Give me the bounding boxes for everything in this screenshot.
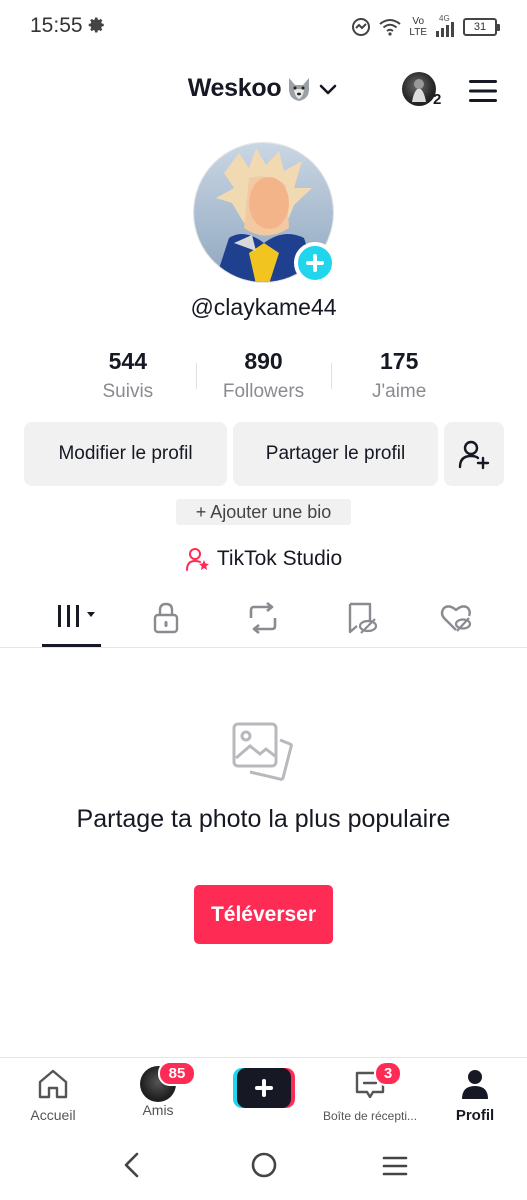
upload-button[interactable]: Téléverser [194,885,333,944]
profile-handle: @claykame44 [190,294,337,320]
chevron-down-icon [319,84,337,94]
profile-icon [462,1070,488,1099]
stat-label: Followers [222,381,305,402]
cell-signal-icon: 4G [435,14,455,38]
volte-indicator: Vo LTE [409,16,427,38]
add-bio-button[interactable]: + Ajouter une bio [176,499,351,525]
settings-gear-icon [88,17,104,33]
stat-value: 890 [244,348,283,374]
photos-icon [232,722,293,781]
studio-label: TikTok Studio [216,547,343,570]
back-icon[interactable] [118,1150,146,1180]
vpn-icon [352,18,371,36]
nav-label: Accueil [30,1107,76,1123]
add-avatar-button[interactable] [294,242,336,284]
profile-stats: 544 Suivis 890 Followers 175 J'aime [60,345,467,409]
friends-badge: 85 [158,1061,196,1086]
nav-label: Profil [455,1107,495,1124]
inbox-badge: 3 [374,1061,402,1086]
nav-inbox[interactable]: Boîte de récepti... [314,1068,426,1123]
battery-indicator: 31 [463,18,500,36]
plus-icon [306,254,324,272]
nav-label: Boîte de récepti... [322,1109,418,1123]
status-icons: Vo LTE 4G 31 [351,12,500,42]
bottom-navigation: Accueil Amis 85 Boîte de récepti... 3 Pr… [0,1057,527,1127]
stat-following[interactable]: 544 Suivis [60,345,196,409]
account-switcher[interactable]: Weskoo [0,74,527,103]
repost-tab-icon[interactable] [245,600,281,636]
stat-label: Suivis [102,381,154,402]
share-profile-button[interactable]: Partager le profil [233,422,438,486]
status-bar: 15:55 Vo LTE 4G 31 [0,0,527,56]
wifi-icon [379,19,402,36]
wolf-emoji-icon [289,77,310,101]
tiktok-studio-link[interactable]: TikTok Studio [0,546,527,572]
home-circle-icon[interactable] [249,1150,279,1180]
hamburger-menu-icon[interactable] [468,78,498,104]
status-time: 15:55 [30,14,83,37]
add-user-icon [458,440,490,470]
nav-profile[interactable]: Profil [446,1066,504,1124]
username: Weskoo [187,74,282,102]
active-tab-indicator [42,644,101,647]
empty-state-title: Partage ta photo la plus populaire [76,805,451,833]
following-avatar-count: 2 [433,91,442,108]
lock-tab-icon[interactable] [148,600,184,636]
following-avatar[interactable] [402,72,436,106]
create-button[interactable] [233,1068,295,1108]
stat-value: 175 [379,348,419,374]
stat-followers[interactable]: 890 Followers [195,345,332,409]
add-friend-button[interactable] [444,422,504,486]
stat-label: J'aime [372,381,427,402]
studio-icon [185,548,209,571]
network-type-label: 4G [439,14,450,23]
stat-likes[interactable]: 175 J'aime [331,345,467,409]
system-navigation-bar [0,1130,527,1200]
edit-profile-button[interactable]: Modifier le profil [24,422,227,486]
profile-header: Weskoo 2 [0,60,527,124]
home-icon [38,1069,68,1099]
nav-home[interactable]: Accueil [20,1066,86,1123]
videos-grid-tab-icon[interactable] [54,600,100,636]
stat-value: 544 [108,348,148,374]
saved-tab-icon[interactable] [344,600,380,636]
content-tabs [0,592,527,648]
liked-tab-icon[interactable] [438,600,474,636]
recents-icon[interactable] [381,1152,409,1180]
nav-label: Amis [142,1102,174,1118]
